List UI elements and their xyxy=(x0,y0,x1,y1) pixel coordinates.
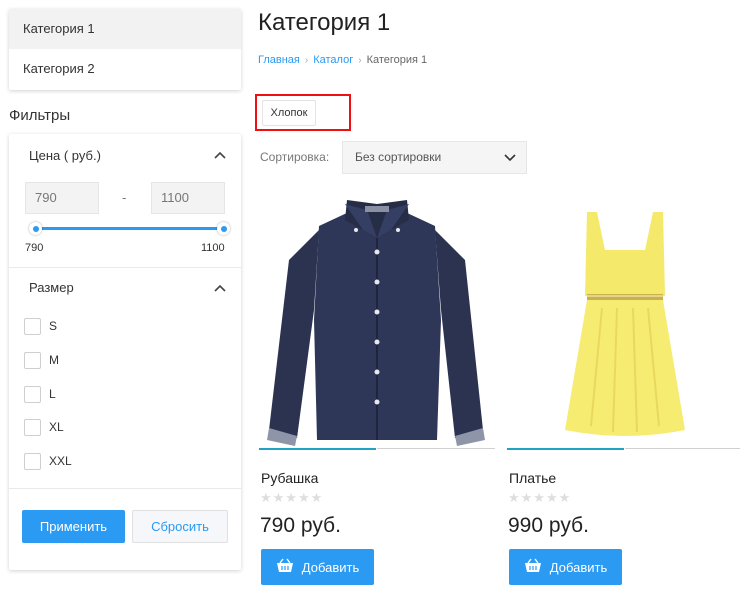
size-label: XL xyxy=(49,420,64,434)
section-divider xyxy=(9,267,241,268)
section-divider xyxy=(9,488,241,489)
sort-label: Сортировка: xyxy=(260,150,330,164)
product-image-dress[interactable] xyxy=(507,190,740,446)
size-checkbox[interactable] xyxy=(24,317,41,335)
apply-filters-button[interactable]: Применить xyxy=(22,510,125,543)
size-checkbox[interactable] xyxy=(24,452,41,470)
price-slider-track[interactable] xyxy=(35,227,225,230)
sort-select[interactable]: Без сортировки xyxy=(342,141,527,174)
category-item-2[interactable]: Категория 2 xyxy=(9,49,241,89)
size-option-l[interactable]: L xyxy=(24,385,56,403)
price-slider-min-handle[interactable] xyxy=(29,222,42,235)
product-image-shirt[interactable] xyxy=(259,190,495,446)
basket-icon xyxy=(276,558,294,576)
filter-tag-cotton[interactable]: Хлопок xyxy=(262,100,316,126)
category-item-1[interactable]: Категория 1 xyxy=(9,9,241,49)
price-min-input[interactable]: 790 xyxy=(25,182,99,214)
add-to-cart-button[interactable]: Добавить xyxy=(261,549,374,585)
price-range-min-label: 790 xyxy=(25,242,44,254)
price-max-input[interactable]: 1100 xyxy=(151,182,225,214)
breadcrumb-catalog[interactable]: Каталог xyxy=(313,54,353,66)
category-list: Категория 1 Категория 2 xyxy=(9,9,241,90)
add-to-cart-label: Добавить xyxy=(549,559,608,575)
chevron-down-icon xyxy=(504,154,516,162)
size-option-s[interactable]: S xyxy=(24,317,57,335)
chevron-right-icon: › xyxy=(304,54,309,66)
size-option-xxl[interactable]: XXL xyxy=(24,452,72,470)
chevron-right-icon: › xyxy=(358,54,362,66)
chevron-up-icon[interactable] xyxy=(214,151,226,159)
product-price: 790 руб. xyxy=(260,514,341,537)
size-option-xl[interactable]: XL xyxy=(24,418,64,436)
product-divider xyxy=(259,448,376,450)
sort-select-value: Без сортировки xyxy=(355,150,442,164)
breadcrumb-current: Категория 1 xyxy=(366,54,428,66)
reset-filters-button[interactable]: Сбросить xyxy=(132,510,228,543)
filters-title: Фильтры xyxy=(9,107,71,124)
product-price: 990 руб. xyxy=(508,514,589,537)
breadcrumb-home[interactable]: Главная xyxy=(258,54,300,66)
product-card[interactable]: Рубашка ★★★★★ 790 руб. Добавить xyxy=(259,190,495,590)
price-slider-max-handle[interactable] xyxy=(217,222,230,235)
price-range-max-label: 1100 xyxy=(201,242,225,254)
product-divider xyxy=(377,448,495,449)
size-label: S xyxy=(49,319,58,333)
size-label: XXL xyxy=(49,454,72,468)
product-name[interactable]: Платье xyxy=(509,470,556,486)
filter-panel: Цена ( руб.) 790 - 1100 790 1100 Размер … xyxy=(9,134,241,570)
breadcrumb: Главная › Каталог › Категория 1 xyxy=(258,54,427,66)
product-divider xyxy=(507,448,624,450)
size-section-heading[interactable]: Размер xyxy=(29,280,74,295)
size-label: M xyxy=(49,353,59,367)
size-checkbox[interactable] xyxy=(24,385,41,403)
page-title: Категория 1 xyxy=(258,9,391,36)
size-checkbox[interactable] xyxy=(24,418,41,436)
product-divider xyxy=(625,448,740,449)
price-section-heading[interactable]: Цена ( руб.) xyxy=(29,148,101,163)
add-to-cart-button[interactable]: Добавить xyxy=(509,549,622,585)
product-card[interactable]: Платье ★★★★★ 990 руб. Добавить xyxy=(507,190,740,590)
basket-icon xyxy=(524,558,542,576)
size-option-m[interactable]: M xyxy=(24,351,59,369)
product-name[interactable]: Рубашка xyxy=(261,470,318,486)
rating-stars: ★★★★★ xyxy=(508,490,572,505)
size-checkbox[interactable] xyxy=(24,351,41,369)
price-separator: - xyxy=(122,190,127,205)
size-label: L xyxy=(49,387,56,401)
add-to-cart-label: Добавить xyxy=(301,559,360,575)
rating-stars: ★★★★★ xyxy=(260,490,324,505)
chevron-up-icon[interactable] xyxy=(214,284,226,292)
